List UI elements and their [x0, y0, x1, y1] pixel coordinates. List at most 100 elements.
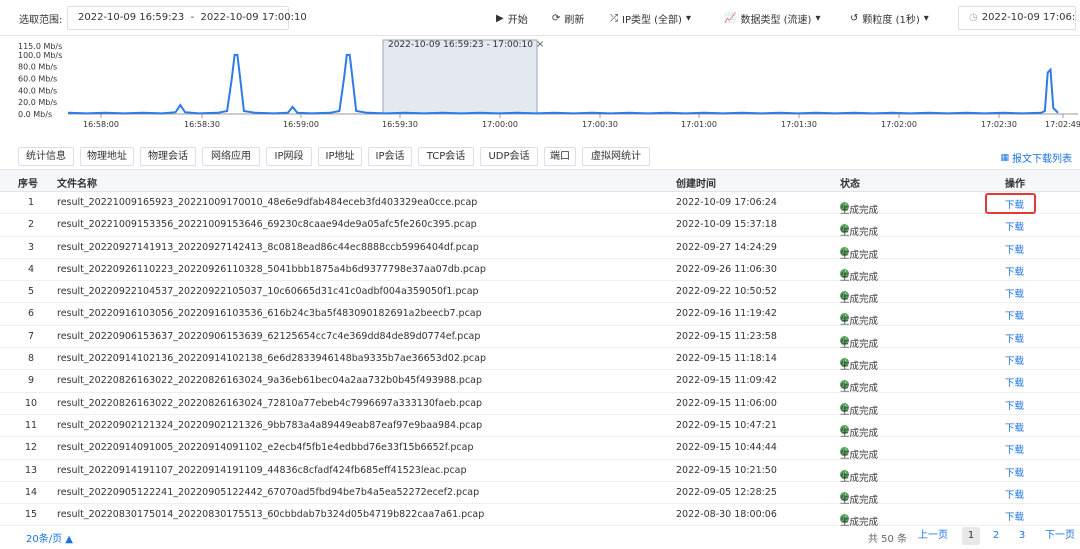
row-no: 2: [27, 219, 35, 231]
download-link[interactable]: 下载: [1005, 197, 1024, 211]
row-created-time: 2022-09-05 12:28:25: [676, 486, 777, 498]
header-status: 状态: [840, 179, 860, 190]
download-link[interactable]: 下载: [1005, 398, 1024, 412]
granularity-label: 颗粒度 (1秒): [862, 15, 920, 26]
row-created-time: 2022-09-26 11:06:30: [676, 263, 777, 275]
row-no: 6: [27, 308, 35, 320]
caret-down-icon: ▾: [815, 13, 821, 24]
download-link[interactable]: 下载: [1005, 353, 1024, 367]
table-row[interactable]: 2 result_20221009153356_20221009153646_69…: [0, 214, 1080, 238]
tab-6[interactable]: IP会话: [368, 147, 412, 166]
tab-10[interactable]: 虚拟网统计: [582, 147, 650, 166]
tab-5[interactable]: IP地址: [318, 147, 362, 166]
table-row[interactable]: 4 result_20220926110223_20220926110328_50…: [0, 259, 1080, 283]
caret-down-icon: ▾: [685, 13, 691, 24]
table-row[interactable]: 7 result_20220906153637_20220906153639_62…: [0, 326, 1080, 350]
header-time: 创建时间: [676, 179, 716, 190]
row-filename: result_20220905122241_20220905122442_670…: [57, 486, 480, 498]
granularity-dropdown[interactable]: ↺ 颗粒度 (1秒) ▾: [850, 11, 929, 26]
tab-4[interactable]: IP网段: [266, 147, 312, 166]
x-tick-label: 16:58:30: [184, 120, 220, 129]
page-2-button[interactable]: 2: [989, 527, 1003, 545]
table-row[interactable]: 11 result_20220902121324_20220902121326_9…: [0, 415, 1080, 439]
y-tick-label: 40.0 Mb/s: [18, 86, 57, 95]
download-link[interactable]: 下载: [1005, 242, 1024, 256]
row-no: 10: [24, 397, 38, 409]
download-link[interactable]: 下载: [1005, 375, 1024, 389]
table-row[interactable]: 5 result_20220922104537_20220922105037_10…: [0, 281, 1080, 305]
table-row[interactable]: 1 result_20221009165923_20221009170010_48…: [0, 192, 1080, 216]
shuffle-icon: ⤮: [610, 13, 618, 24]
download-link[interactable]: 下载: [1005, 286, 1024, 300]
download-link[interactable]: 下载: [1005, 442, 1024, 456]
next-page-button[interactable]: 下一页: [1045, 527, 1075, 545]
row-filename: result_20220830175014_20220830175513_60c…: [57, 509, 485, 521]
row-no: 7: [27, 330, 35, 342]
download-link[interactable]: 下载: [1005, 509, 1024, 523]
traffic-chart-svg: 115.0 Mb/s100.0 Mb/s 80.0 Mb/s 60.0 Mb/s 40…: [18, 39, 1080, 129]
time-input[interactable]: ◷2022-10-09 17:06:10: [958, 6, 1076, 30]
tab-3[interactable]: 网络应用: [202, 147, 260, 166]
table-row[interactable]: 13 result_20220914191107_20220914191109_4…: [0, 460, 1080, 484]
tab-bar: 统计信息 物理地址 物理会话 网络应用 IP网段 IP地址 IP会话 TCP会话 UDP会话 端口…: [0, 140, 1080, 170]
table-row[interactable]: 8 result_20220914102136_20220914102138_6e…: [0, 348, 1080, 372]
x-tick-label: 17:00:00: [482, 120, 518, 129]
download-link[interactable]: 下载: [1005, 264, 1024, 278]
page-3-button[interactable]: 3: [1015, 527, 1029, 545]
selection-label: 2022-10-09 16:59:23 - 17:00:10: [388, 40, 533, 50]
tab-8[interactable]: UDP会话: [480, 147, 538, 166]
row-filename: result_20220914102136_20220914102138_6e6…: [57, 353, 487, 365]
download-link[interactable]: 下载: [1005, 465, 1024, 479]
header-no: 序号: [18, 179, 38, 190]
ip-type-label: IP类型 (全部): [622, 15, 682, 26]
tab-1[interactable]: 物理地址: [80, 147, 134, 166]
table-row[interactable]: 10 result_20220826163022_20220826163024_7…: [0, 393, 1080, 417]
time-selection-box[interactable]: [382, 39, 538, 115]
row-filename: result_20220922104537_20220922105037_10c…: [57, 286, 479, 298]
data-type-dropdown[interactable]: 📈 数据类型 (流速) ▾: [724, 11, 820, 26]
row-filename: result_20221009165923_20221009170010_48e…: [57, 197, 478, 208]
refresh-button[interactable]: ⟳ 刷新: [552, 11, 584, 26]
table-row[interactable]: 9 result_20220826163022_20220826163024_9a…: [0, 370, 1080, 394]
download-link[interactable]: 下载: [1005, 487, 1024, 501]
table-row[interactable]: 14 result_20220905122241_20220905122442_6…: [0, 482, 1080, 506]
row-filename: result_20220826163022_20220826163024_9a3…: [57, 375, 483, 387]
refresh-label: 刷新: [564, 15, 585, 26]
table-row[interactable]: 12 result_20220914091005_20220914091102_e…: [0, 437, 1080, 461]
row-created-time: 2022-09-15 11:18:14: [676, 353, 777, 365]
start-button[interactable]: ▶ 开始: [496, 11, 528, 26]
x-tick-label: 17:01:30: [781, 120, 817, 129]
report-link-label: 报文下载列表: [1012, 154, 1072, 165]
table-row[interactable]: 6 result_20220916103056_20220916103536_61…: [0, 303, 1080, 327]
selection-close-icon[interactable]: ×: [536, 39, 544, 50]
report-download-list-link[interactable]: ▦ 报文下载列表: [1000, 150, 1072, 166]
prev-page-button[interactable]: 上一页: [918, 527, 948, 545]
download-link[interactable]: 下载: [1005, 331, 1024, 345]
page-1-button[interactable]: 1: [962, 527, 980, 545]
row-filename: result_20220914091005_20220914091102_e2e…: [57, 442, 474, 454]
tab-9[interactable]: 端口: [544, 147, 576, 166]
download-link[interactable]: 下载: [1005, 219, 1024, 233]
play-icon: ▶: [496, 13, 504, 24]
x-tick-label: 17:02:49: [1045, 120, 1080, 129]
ip-type-dropdown[interactable]: ⤮ IP类型 (全部) ▾: [610, 11, 691, 26]
table-row[interactable]: 3 result_20220927141913_20220927142413_8c…: [0, 237, 1080, 261]
row-created-time: 2022-09-15 10:44:44: [676, 442, 777, 454]
row-created-time: 2022-09-27 14:24:29: [676, 241, 777, 253]
y-tick-label: 80.0 Mb/s: [18, 63, 57, 72]
start-label: 开始: [507, 15, 528, 26]
pcap-table: 序号 文件名称 创建时间 状态 操作 1 result_2022100916592…: [0, 170, 1080, 528]
x-tick-label: 17:00:30: [582, 120, 618, 129]
x-tick-label: 16:58:00: [83, 120, 119, 129]
download-link[interactable]: 下载: [1005, 308, 1024, 322]
tab-0[interactable]: 统计信息: [18, 147, 74, 166]
range-input[interactable]: 2022-10-09 16:59:23 - 2022-10-09 17:00:1…: [67, 6, 307, 30]
row-no: 9: [27, 375, 35, 387]
tab-2[interactable]: 物理会话: [140, 147, 196, 166]
download-link[interactable]: 下载: [1005, 420, 1024, 434]
row-created-time: 2022-09-16 11:19:42: [676, 308, 777, 320]
clock-icon: ◷: [969, 12, 978, 23]
tab-7[interactable]: TCP会话: [418, 147, 474, 166]
page-size-select[interactable]: 20条/页 ▲: [26, 530, 73, 545]
traffic-chart[interactable]: 115.0 Mb/s 100.0 Mb/s 80.0 Mb/s 60.0 Mb/s 40…: [0, 36, 1080, 136]
